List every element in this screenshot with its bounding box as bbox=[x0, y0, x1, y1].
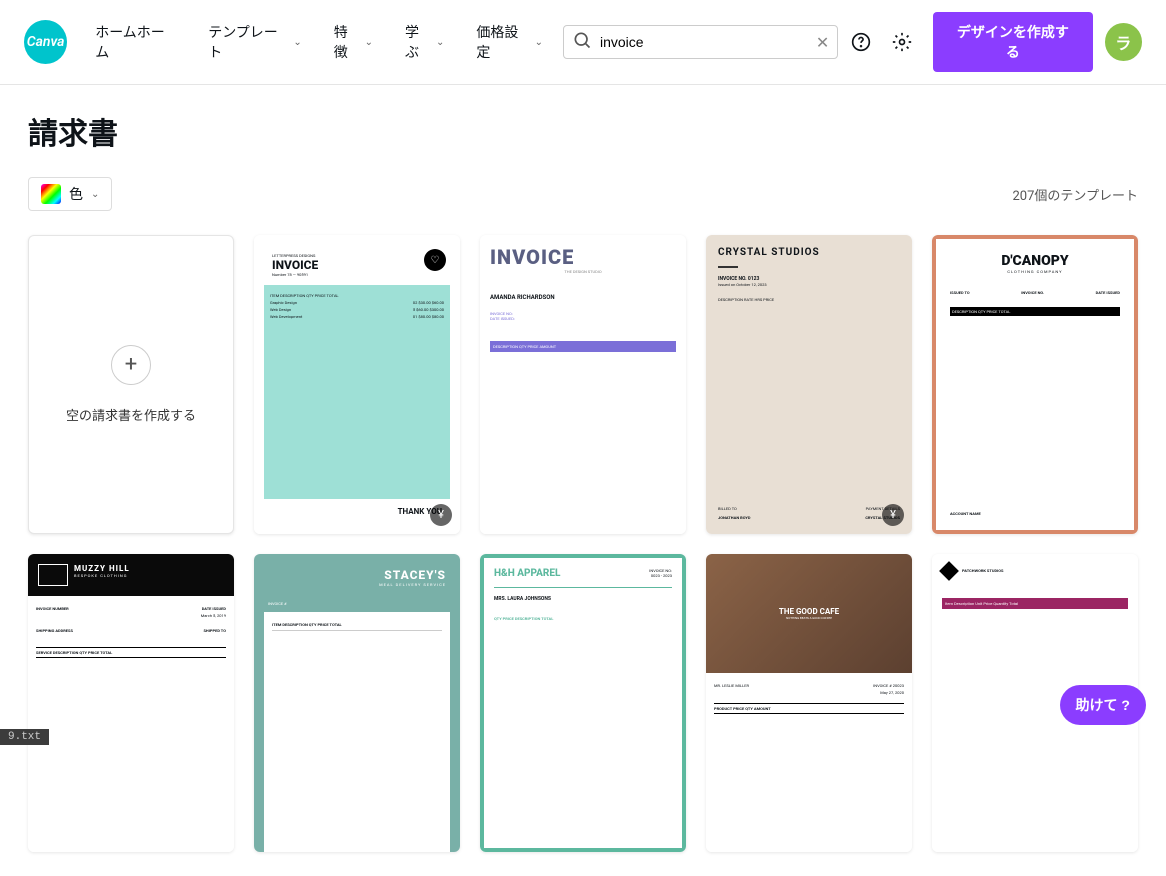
thumb-invno-label: INVOICE NO: bbox=[649, 568, 672, 573]
floating-help-button[interactable]: 助けて ? bbox=[1060, 685, 1146, 725]
thumb-cols: DESCRIPTION QTY PRICE AMOUNT bbox=[490, 341, 676, 352]
top-header: Canva ホームホーム テンプレート ⌄ 特徴 ⌄ 学ぶ ⌄ 価格設定 ⌄ ✕ デザイ… bbox=[0, 0, 1166, 85]
page-title: 請求書 bbox=[28, 109, 1138, 153]
thumb-title: STACEY'S bbox=[268, 568, 446, 582]
thumb-acct: ACCOUNT NAME bbox=[950, 511, 1120, 516]
page-body: 請求書 色 ⌄ 207個のテンプレート + 空の請求書を作成する LETTERP… bbox=[0, 85, 1166, 876]
thumb-title: MUZZY HILL bbox=[74, 564, 130, 573]
template-grid: + 空の請求書を作成する LETTERPRESS DESIGNS INVOICE… bbox=[28, 235, 1138, 852]
thumb-cols: DESCRIPTION QTY PRICE TOTAL bbox=[950, 307, 1120, 316]
thumb-cols: SERVICE DESCRIPTION QTY PRICE TOTAL bbox=[36, 647, 226, 658]
thumb-title: D'CANOPY bbox=[950, 253, 1120, 269]
currency-badge-icon: ¥ bbox=[882, 504, 904, 526]
thumb-title: INVOICE bbox=[490, 245, 676, 269]
nav-templates[interactable]: テンプレート ⌄ bbox=[196, 14, 313, 70]
template-card-dcanopy[interactable]: D'CANOPY CLOTHING COMPANY ISSUED TO INVOI… bbox=[932, 235, 1138, 534]
thumb-inv: INVOICE # 20023 bbox=[873, 683, 904, 688]
color-filter[interactable]: 色 ⌄ bbox=[28, 177, 112, 211]
thumb-sub: CLOTHING COMPANY bbox=[950, 269, 1120, 274]
template-card-design-studio[interactable]: INVOICE THE DESIGN STUDIO AMANDA RICHARD… bbox=[480, 235, 686, 534]
thumb-cols: ITEM DESCRIPTION QTY PRICE TOTAL bbox=[270, 293, 444, 298]
thumb-inv: INVOICE # bbox=[268, 601, 287, 606]
thumb-invno: INVOICE NO. bbox=[1021, 290, 1044, 295]
chevron-down-icon: ⌄ bbox=[293, 37, 301, 48]
main-nav: ホームホーム テンプレート ⌄ 特徴 ⌄ 学ぶ ⌄ 価格設定 ⌄ bbox=[83, 14, 555, 70]
template-card-crystal-studios[interactable]: CRYSTAL STUDIOS INVOICE NO. 0123 Issued … bbox=[706, 235, 912, 534]
chevron-down-icon: ⌄ bbox=[436, 37, 444, 48]
thumb-cols: QTY PRICE DESCRIPTION TOTAL bbox=[494, 616, 672, 621]
currency-badge-icon: ¥ bbox=[430, 504, 452, 526]
thumb-invno-val: 0023 - 2023 bbox=[649, 573, 672, 578]
thumb-client: MRS. LAURA JOHNSONS bbox=[494, 596, 672, 602]
chevron-down-icon: ⌄ bbox=[365, 37, 373, 48]
plus-icon: + bbox=[111, 345, 151, 385]
search-input[interactable] bbox=[600, 34, 808, 50]
nav-features[interactable]: 特徴 ⌄ bbox=[322, 14, 385, 70]
thumb-title: CRYSTAL STUDIOS bbox=[718, 247, 900, 258]
thumb-sub: NOTHING BEATS A GOOD COFFEE bbox=[786, 616, 832, 620]
nav-pricing-label: 価格設定 bbox=[476, 22, 530, 62]
thumb-title: INVOICE bbox=[272, 258, 442, 272]
thumb-cols: PRODUCT PRICE QTY AMOUNT bbox=[714, 703, 904, 714]
thumb-shipto: SHIPPED TO bbox=[203, 628, 226, 633]
nav-learn-label: 学ぶ bbox=[405, 22, 432, 62]
thumb-cols: DESCRIPTION RATE HRS PRICE bbox=[718, 297, 900, 302]
thumb-date-val: March 5, 2019 bbox=[201, 613, 226, 618]
thumb-billed-name: JONATHAN BOYD bbox=[718, 515, 750, 520]
thumb-date: DATE ISSUED bbox=[202, 606, 226, 611]
template-card-muzzy-hill[interactable]: MUZZY HILL BESPOKE CLOTHING INVOICE NUMB… bbox=[28, 554, 234, 853]
create-design-button[interactable]: デザインを作成する bbox=[933, 12, 1093, 72]
template-count: 207個のテンプレート bbox=[1012, 185, 1138, 204]
nav-templates-label: テンプレート bbox=[208, 22, 289, 62]
hanger-icon bbox=[38, 564, 68, 586]
thumb-invno: INVOICE NUMBER bbox=[36, 606, 69, 611]
nav-features-label: 特徴 bbox=[334, 22, 361, 62]
search-bar[interactable]: ✕ bbox=[563, 25, 838, 59]
thumb-title: H&H APPAREL bbox=[494, 568, 560, 579]
thumb-cols: ITEM DESCRIPTION QTY PRICE TOTAL bbox=[272, 622, 442, 631]
thumb-thankyou: THANK YOU bbox=[264, 499, 450, 524]
heart-icon: ♡ bbox=[424, 249, 446, 271]
thumb-client: MR. LESLIE MILLER bbox=[714, 683, 749, 688]
clear-search-icon[interactable]: ✕ bbox=[816, 33, 829, 52]
create-blank-label: 空の請求書を作成する bbox=[66, 405, 196, 424]
settings-icon[interactable] bbox=[884, 23, 921, 61]
chevron-down-icon: ⌄ bbox=[535, 37, 543, 48]
thumb-date: DATE ISSUED: bbox=[490, 316, 515, 321]
thumb-client: AMANDA RICHARDSON bbox=[490, 294, 676, 301]
rainbow-swatch-icon bbox=[41, 184, 61, 204]
nav-home[interactable]: ホームホーム bbox=[83, 14, 188, 70]
nav-pricing[interactable]: 価格設定 ⌄ bbox=[464, 14, 555, 70]
thumb-issued: Issued on October 12, 2023 bbox=[718, 282, 900, 287]
thumb-ship: SHIPPING ADDRESS bbox=[36, 628, 73, 633]
template-card-staceys[interactable]: STACEY'S MEAL DELIVERY SERVICE INVOICE #… bbox=[254, 554, 460, 853]
thumb-billed: BILLED TO bbox=[718, 506, 737, 511]
template-card-good-cafe[interactable]: THE GOOD CAFE NOTHING BEATS A GOOD COFFE… bbox=[706, 554, 912, 853]
color-filter-label: 色 bbox=[69, 184, 83, 204]
template-card-letterpress[interactable]: LETTERPRESS DESIGNS INVOICE Number 78 — … bbox=[254, 235, 460, 534]
filter-row: 色 ⌄ 207個のテンプレート bbox=[28, 177, 1138, 211]
thumb-sub: BESPOKE CLOTHING bbox=[74, 573, 130, 578]
thumb-sub: THE DESIGN STUDIO bbox=[490, 269, 676, 274]
thumb-title: THE GOOD CAFE bbox=[779, 607, 839, 616]
thumb-number: Number 78 — 90591 bbox=[272, 272, 442, 277]
help-icon[interactable] bbox=[842, 23, 879, 61]
search-icon bbox=[572, 30, 592, 54]
thumb-date: DATE ISSUED bbox=[1096, 290, 1120, 295]
thumb-date: May 27, 2020 bbox=[880, 690, 904, 695]
thumb-issued-to: ISSUED TO bbox=[950, 290, 970, 295]
chevron-down-icon: ⌄ bbox=[91, 189, 99, 200]
thumb-sub: MEAL DELIVERY SERVICE bbox=[268, 582, 446, 587]
canva-logo[interactable]: Canva bbox=[24, 20, 67, 64]
template-card-hh-apparel[interactable]: H&H APPAREL INVOICE NO:0023 - 2023 MRS. … bbox=[480, 554, 686, 853]
footer-file-label: 9.txt bbox=[0, 729, 49, 745]
nav-home-label: ホームホーム bbox=[95, 22, 176, 62]
user-avatar[interactable]: ラ bbox=[1105, 23, 1142, 61]
create-blank-card[interactable]: + 空の請求書を作成する bbox=[28, 235, 234, 534]
thumb-cols: Item Description Unit Price Quantity Tot… bbox=[945, 601, 1018, 606]
thumb-brand: PATCHWORK STUDIOS bbox=[962, 568, 1004, 573]
nav-learn[interactable]: 学ぶ ⌄ bbox=[393, 14, 456, 70]
